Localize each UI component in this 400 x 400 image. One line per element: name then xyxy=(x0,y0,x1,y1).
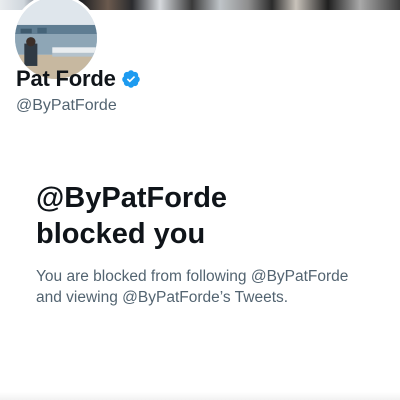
blocked-description-line: and viewing @ByPatForde’s Tweets. xyxy=(36,289,289,306)
profile-page: Pat Forde @ByPatForde @ByPatForde blocke… xyxy=(0,0,400,400)
profile-handle: @ByPatForde xyxy=(16,97,117,114)
blocked-title-line: @ByPatForde xyxy=(36,182,228,214)
bottom-divider xyxy=(0,392,400,400)
profile-name-row: Pat Forde xyxy=(16,66,141,92)
display-name: Pat Forde xyxy=(16,66,116,91)
blocked-title-line: blocked you xyxy=(36,218,206,250)
verified-badge-icon xyxy=(121,69,141,89)
blocked-description-line: You are blocked from following @ByPatFor… xyxy=(36,268,349,285)
blocked-title: @ByPatForde blocked you xyxy=(36,180,376,252)
blocked-description: You are blocked from following @ByPatFor… xyxy=(36,266,386,308)
